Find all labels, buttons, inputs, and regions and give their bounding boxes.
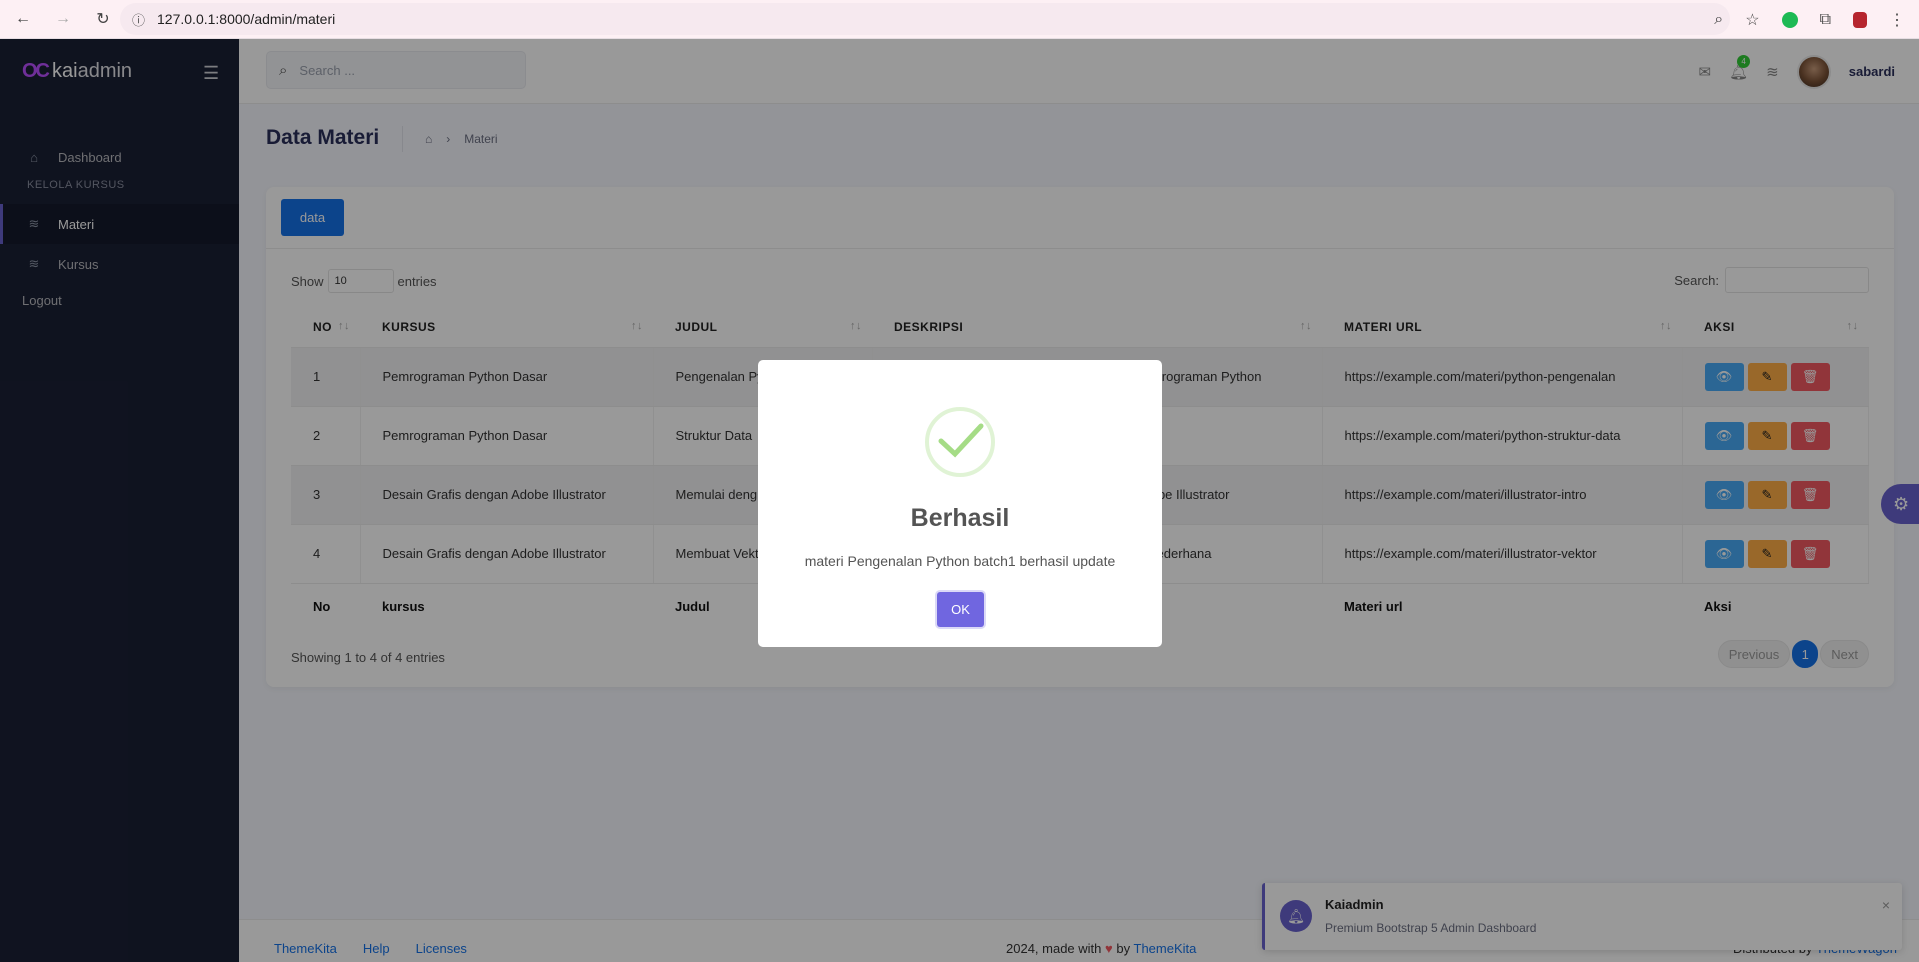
- forward-icon[interactable]: →: [54, 10, 72, 28]
- extension-icon[interactable]: [1781, 11, 1798, 28]
- dialog-title: Berhasil: [910, 504, 1010, 532]
- ok-button[interactable]: OK: [937, 592, 984, 627]
- profile-extension-icon[interactable]: [1853, 11, 1867, 28]
- back-icon[interactable]: ←: [14, 10, 32, 28]
- url-text: 127.0.0.1:8000/admin/materi: [157, 11, 336, 27]
- success-check-icon: [925, 407, 995, 477]
- bookmark-star-icon[interactable]: ☆: [1745, 10, 1759, 30]
- dialog-message: materi Pengenalan Python batch1 berhasil…: [804, 553, 1116, 569]
- browser-menu-icon[interactable]: ⋮: [1889, 10, 1905, 30]
- success-dialog: Berhasil materi Pengenalan Python batch1…: [758, 360, 1162, 647]
- reload-icon[interactable]: ↻: [94, 9, 112, 29]
- browser-toolbar: ← → ↻ ⓘ 127.0.0.1:8000/admin/materi ⌕ ☆ …: [0, 0, 1919, 39]
- address-bar[interactable]: ⓘ 127.0.0.1:8000/admin/materi: [120, 3, 1730, 35]
- zoom-icon[interactable]: ⌕: [1714, 11, 1723, 29]
- extensions-puzzle-icon[interactable]: ⧉: [1820, 11, 1831, 29]
- site-info-icon[interactable]: ⓘ: [132, 10, 145, 29]
